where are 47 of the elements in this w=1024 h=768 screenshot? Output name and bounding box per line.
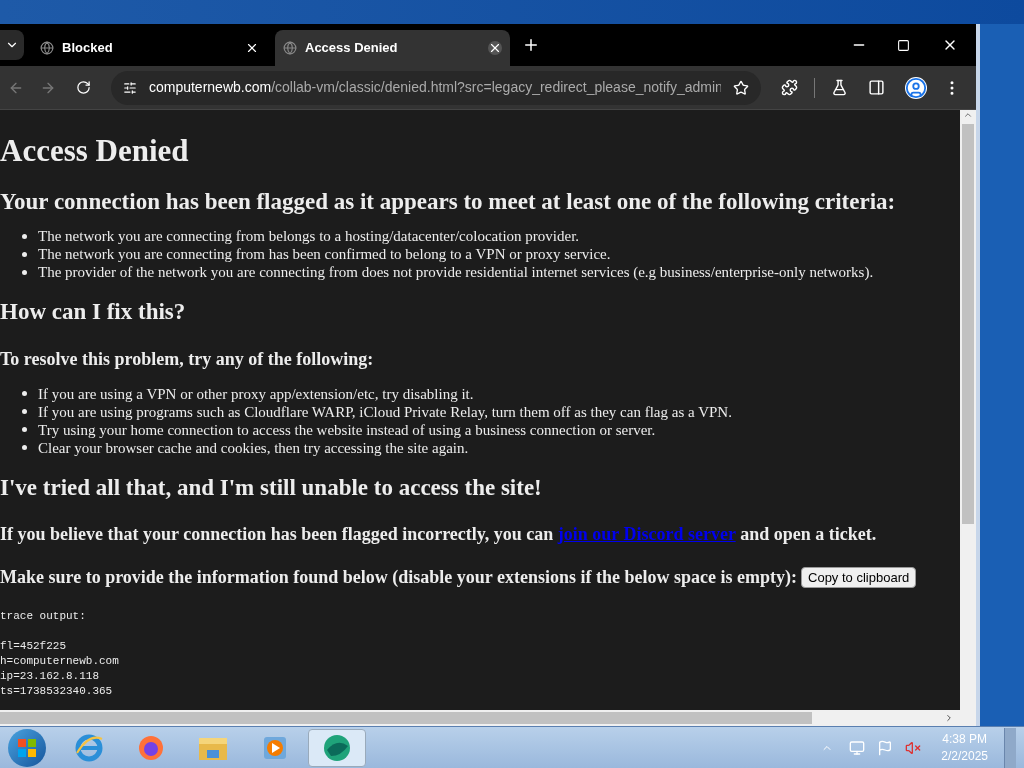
site-info-icon[interactable] <box>123 80 137 95</box>
list-item: The network you are connecting from has been confirmed to belong to a VPN or proxy service. <box>38 245 611 264</box>
list-item: If you are using programs such as Cloudflare WARP, iCloud Private Relay, turn them off as they can flag as a VPN. <box>38 402 732 421</box>
profile-icon[interactable] <box>905 76 927 99</box>
close-tab-icon[interactable] <box>245 41 259 55</box>
browser-tab[interactable]: Access Denied <box>275 30 510 66</box>
windows-logo-icon <box>17 737 37 758</box>
reload-icon[interactable] <box>76 80 91 95</box>
bullet-icon <box>22 445 27 451</box>
scroll-up-icon[interactable] <box>963 110 973 120</box>
criteria-heading: Your connection has been flagged as it appears to meet at least one of the following criteria: <box>0 187 897 216</box>
globe-icon <box>40 41 54 55</box>
list-item: If you are using a VPN or other proxy app/extension/etc, try disabling it. <box>38 384 474 403</box>
fix-subheading: To resolve this problem, try any of the following: <box>0 347 375 371</box>
info-text: Make sure to provide the information found below (disable your extensions if the below space is empty): <box>0 566 797 590</box>
side-panel-icon[interactable] <box>868 79 885 96</box>
bookmark-star-icon[interactable] <box>733 79 749 96</box>
extensions-icon[interactable] <box>781 79 798 96</box>
list-item: The network you are connecting from belongs to a hosting/datacenter/colocation provider. <box>38 227 580 246</box>
fix-heading: How can I fix this? <box>0 298 187 327</box>
globe-icon <box>283 41 297 55</box>
bullet-icon <box>22 233 27 239</box>
trace-label: trace output: <box>0 609 87 625</box>
page-title: Access Denied <box>0 132 190 170</box>
ticket-text: If you believe that your connection has been flagged incorrectly, you can join our Discord server and open a ticket. <box>0 523 878 547</box>
volume-muted-icon[interactable] <box>905 739 922 756</box>
bullet-icon <box>22 391 27 397</box>
show-desktop-button[interactable] <box>1004 727 1016 768</box>
bullet-icon <box>22 269 27 275</box>
tried-heading: I've tried all that, and I'm still unable to access the site! <box>0 473 543 502</box>
flask-icon[interactable] <box>831 79 848 96</box>
bullet-icon <box>22 427 27 433</box>
maximize-icon[interactable] <box>897 38 910 52</box>
horizontal-scrollbar[interactable] <box>0 710 976 726</box>
close-tab-icon[interactable] <box>488 41 502 55</box>
bullet-icon <box>22 409 27 415</box>
copy-button[interactable]: Copy to clipboard <box>801 567 917 589</box>
list-item: The provider of the network you are connecting from does not provide residential internet services (e.g business/enterprise-only networks). <box>38 263 874 282</box>
scroll-right-icon[interactable] <box>944 713 954 723</box>
list-item: Try using your home connection to access the website instead of using a business connection or server. <box>38 420 656 439</box>
bullet-icon <box>22 251 27 257</box>
start-button[interactable] <box>8 728 46 767</box>
new-tab-icon[interactable] <box>522 36 540 54</box>
list-item: Clear your browser cache and cookies, then try accessing the site again. <box>38 438 469 457</box>
tab-list-button[interactable] <box>0 30 24 60</box>
trace-output: fl=452f225 h=computernewb.com ip=23.162.8.118 ts=1738532340.365 <box>0 639 120 700</box>
vertical-scrollbar[interactable] <box>960 110 976 710</box>
